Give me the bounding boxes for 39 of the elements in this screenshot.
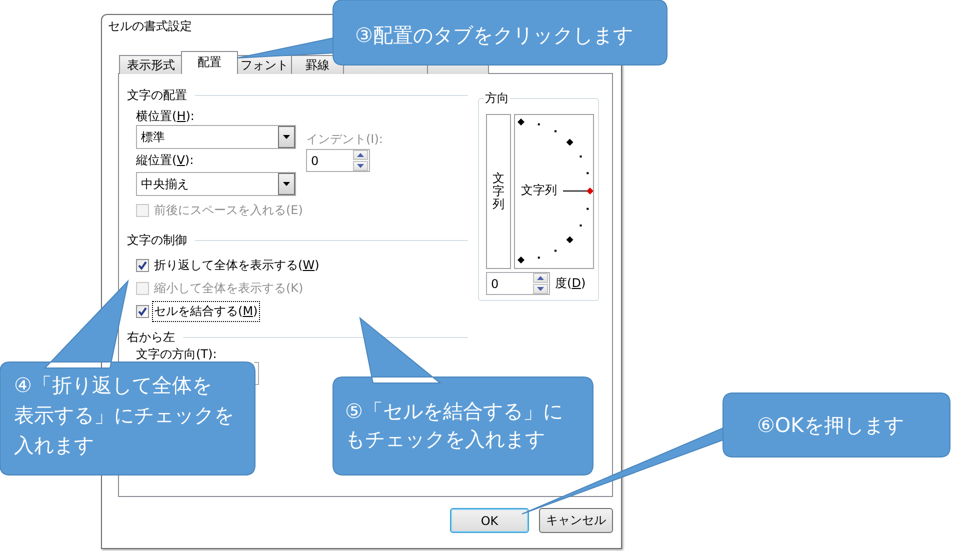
number-field[interactable]: 0 [486,272,550,295]
caret-icon [283,182,290,186]
dropdown[interactable]: 標準 [136,125,296,149]
spin-up-button[interactable] [533,273,548,283]
field-label: 縦位置(V): [136,152,194,168]
orientation-dial[interactable]: 文字列 [514,114,594,269]
dial-text: 文字列 [521,183,557,197]
checkbox[interactable] [136,304,149,318]
section-heading: 文字の配置 [127,86,187,104]
field-label: 横位置(H): [136,108,196,124]
dropdown[interactable]: 中央揃え [136,172,296,196]
tab[interactable]: 表示形式 [119,55,183,74]
checkbox-label[interactable]: 折り返して全体を表示する(W) [154,256,320,274]
up-arrow-icon [357,153,364,157]
checkbox-label: 縮小して全体を表示する(K) [154,280,304,296]
checkbox-label[interactable]: セルを結合する(M) [154,302,258,320]
down-arrow-icon [537,287,544,291]
callout-text: ⑤「セルを結合する」に もチェックを入れます [345,398,563,453]
section-heading: 右から左 [127,328,175,346]
field-label: 文字の方向(T): [136,346,218,362]
cancel-button[interactable]: キャンセル [539,508,613,533]
down-arrow-icon [357,164,364,168]
spin-down-button[interactable] [533,284,548,294]
field-label: インデント(I): [306,131,383,147]
checkbox-label: 前後にスペースを入れる(E) [154,202,303,218]
field-label: 度(D) [555,275,586,292]
up-arrow-icon [537,276,544,280]
ok-button[interactable]: OK [450,508,529,533]
callout-text: ⑥OKを押します [757,412,904,439]
tab[interactable]: 配置 [181,51,238,74]
spin-down-button[interactable] [353,161,368,171]
window-title: セルの書式設定 [108,19,192,33]
vertical-text-button[interactable]: 文字列 [486,114,511,269]
section-heading: 文字の制御 [127,232,187,248]
callout-text: ③配置のタブをクリックします [355,22,633,49]
caret-icon [283,135,290,139]
checkbox[interactable] [136,258,149,272]
callout-text: ④「折り返して全体を 表示する」にチェックを 入れます [14,372,234,459]
spin-up-button[interactable] [353,150,368,160]
